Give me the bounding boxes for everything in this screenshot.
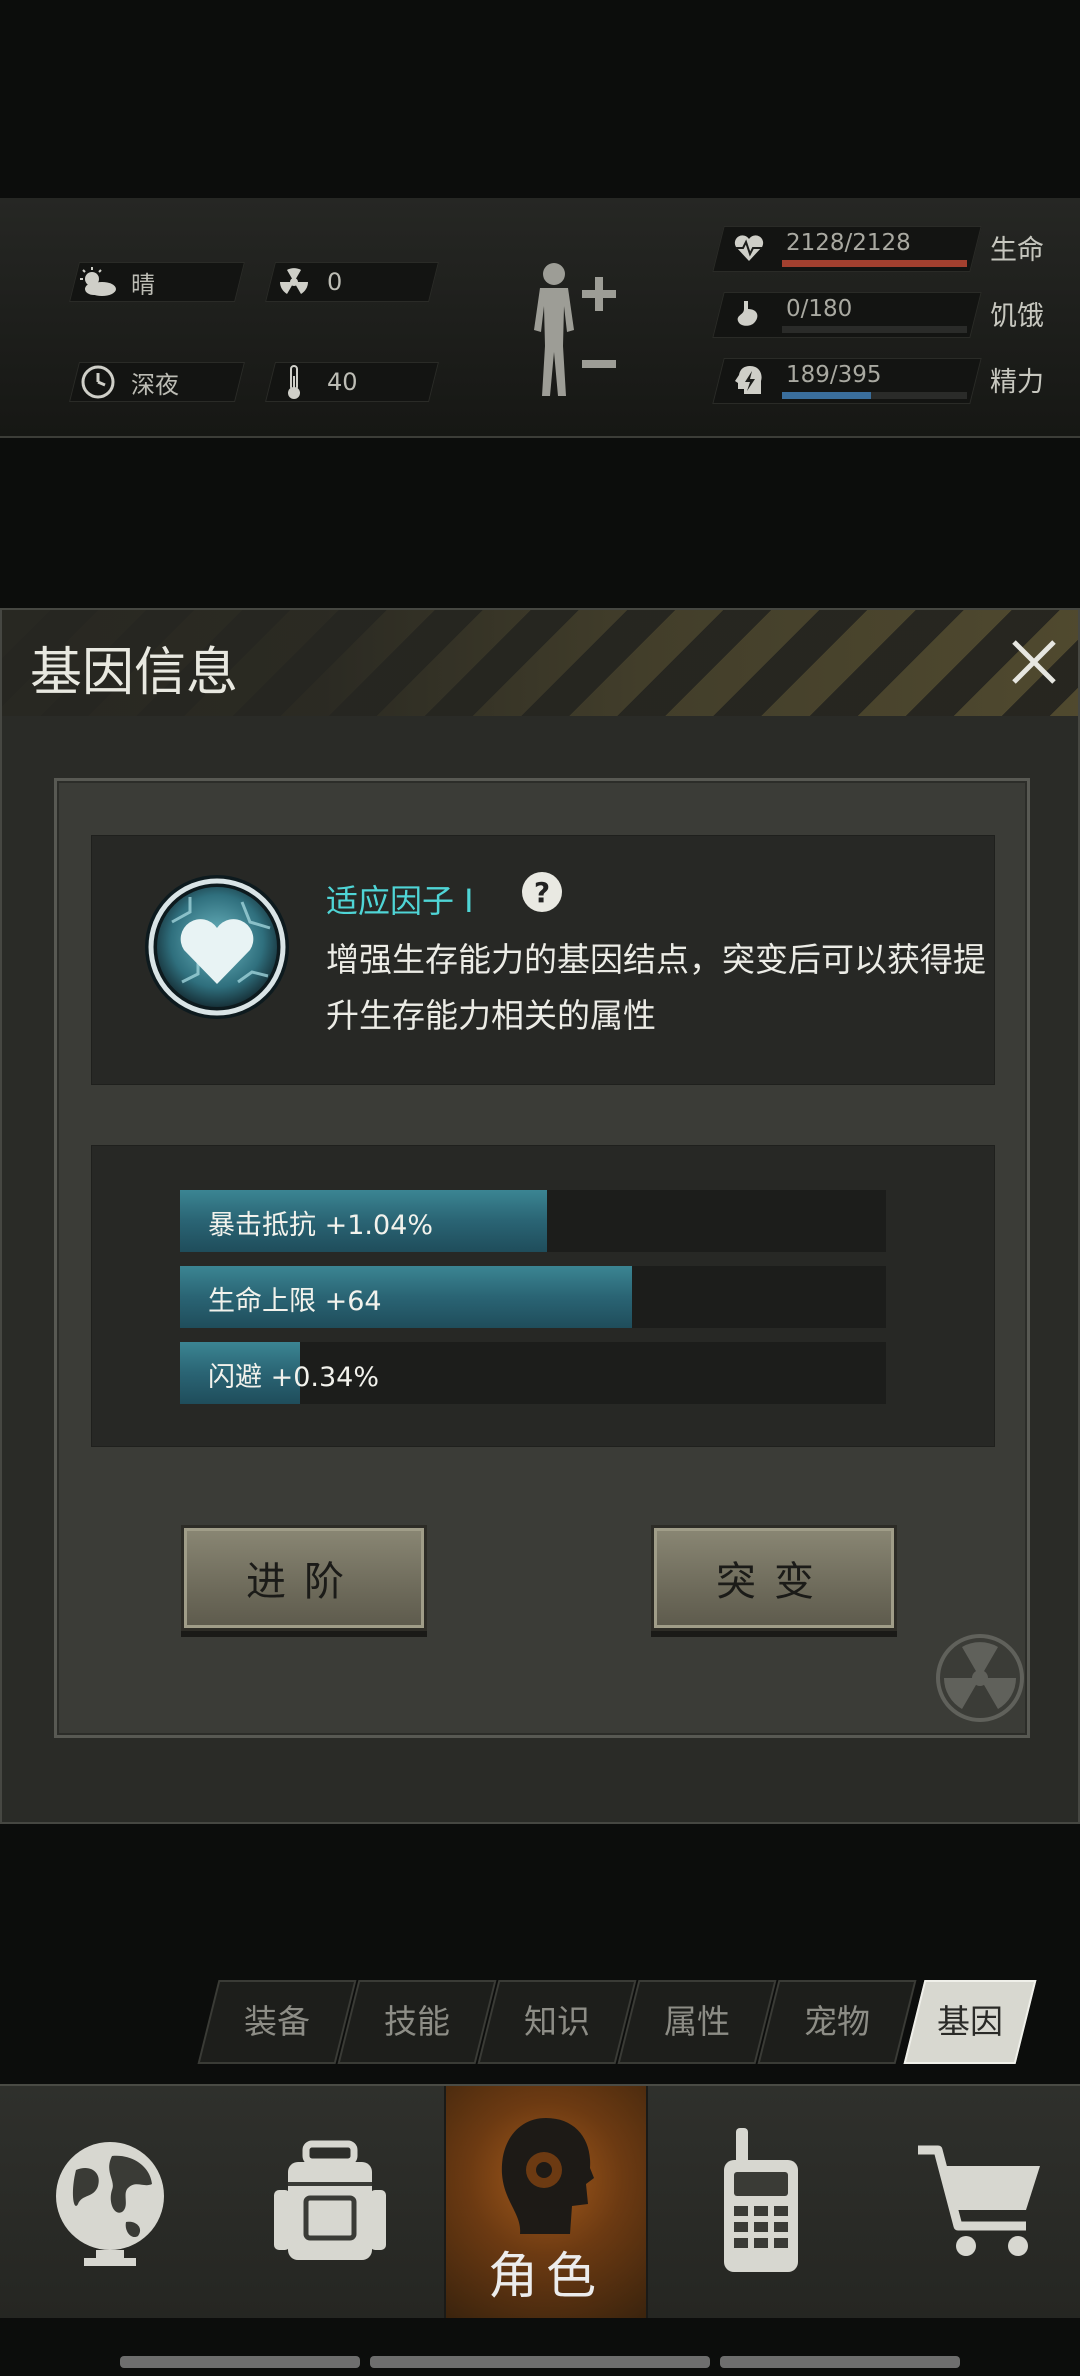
- temperature-value: 40: [327, 368, 358, 396]
- radiation-watermark-icon: [935, 1633, 1025, 1723]
- stat-row: 闪避 +0.34%: [180, 1342, 886, 1404]
- tab-equipment[interactable]: 装备: [197, 1980, 357, 2064]
- status-bar: 晴 0 深夜 40 2128/2128 生命 0/180 饥饿 189/395 …: [0, 198, 1080, 438]
- tab-genes[interactable]: 基因: [903, 1980, 1037, 2064]
- vital-energy: 189/395 精力: [712, 358, 1070, 404]
- home-indicator: [0, 2356, 1080, 2368]
- body-figure-icon: [534, 263, 616, 396]
- health-bar: [782, 260, 967, 267]
- backpack-icon: [274, 2140, 386, 2260]
- walkie-talkie-icon: [724, 2128, 798, 2272]
- heart-pulse-icon: [734, 235, 764, 261]
- radiation-slot: 0: [265, 262, 439, 302]
- gene-name: 适应因子 I: [326, 882, 474, 920]
- mutate-button[interactable]: 突变: [651, 1525, 897, 1631]
- energy-label: 精力: [990, 367, 1044, 398]
- vital-hunger: 0/180 饥饿: [712, 292, 1070, 338]
- gene-info-card: 适应因子 I ? 增强生存能力的基因结点，突变后可以获得提升生存能力相关的属性: [91, 835, 995, 1085]
- temperature-slot: 40: [265, 362, 439, 402]
- nav-character[interactable]: 角色: [444, 2086, 648, 2318]
- character-sub-tabs: 装备 技能 知识 属性 宠物 基因: [196, 1980, 1056, 2064]
- stat-label: 生命上限 +64: [208, 1286, 382, 1317]
- tab-attributes[interactable]: 属性: [617, 1980, 777, 2064]
- body-status-button[interactable]: [520, 256, 630, 406]
- energy-bar: [782, 392, 967, 399]
- character-head-icon: [501, 2118, 594, 2234]
- tab-skills[interactable]: 技能: [337, 1980, 497, 2064]
- close-button[interactable]: [1006, 634, 1062, 690]
- radiation-icon: [271, 263, 317, 301]
- tab-pets[interactable]: 宠物: [757, 1980, 917, 2064]
- dialog-title: 基因信息: [30, 643, 239, 703]
- close-icon: [1012, 640, 1056, 684]
- stat-row: 生命上限 +64: [180, 1266, 886, 1328]
- energy-head-icon: [735, 366, 762, 394]
- health-value: 2128/2128: [786, 230, 911, 256]
- energy-value: 189/395: [786, 362, 882, 388]
- vital-health: 2128/2128 生命: [712, 226, 1070, 272]
- gene-stats-card: 暴击抵抗 +1.04% 生命上限 +64 闪避 +0.34%: [91, 1145, 995, 1447]
- gene-info-dialog: 基因信息 适应因子 I ? 增强生存能力的基因结点，突变后可以获得提升生存能力相…: [0, 608, 1080, 1824]
- nav-map[interactable]: [0, 2086, 216, 2318]
- hunger-value: 0/180: [786, 296, 853, 322]
- hunger-bar: [782, 326, 967, 333]
- stat-row: 暴击抵抗 +1.04%: [180, 1190, 886, 1252]
- sun-cloud-icon: [75, 263, 121, 301]
- weather-slot: 晴: [69, 262, 245, 302]
- radiation-value: 0: [327, 268, 343, 296]
- weather-label: 晴: [131, 270, 155, 299]
- clock-icon: [75, 363, 121, 401]
- dialog-content-panel: 适应因子 I ? 增强生存能力的基因结点，突变后可以获得提升生存能力相关的属性 …: [54, 778, 1030, 1738]
- nav-shop[interactable]: [864, 2086, 1080, 2318]
- thermometer-icon: [271, 363, 317, 401]
- hunger-label: 饥饿: [990, 301, 1044, 332]
- stomach-icon: [737, 301, 758, 326]
- tab-knowledge[interactable]: 知识: [477, 1980, 637, 2064]
- health-label: 生命: [990, 235, 1044, 266]
- gene-heart-icon: [142, 872, 292, 1022]
- gene-description: 增强生存能力的基因结点，突变后可以获得提升生存能力相关的属性: [326, 940, 986, 1035]
- nav-character-label: 角色: [488, 2247, 604, 2305]
- globe-icon: [56, 2142, 164, 2266]
- bottom-navigation: 角色: [0, 2084, 1080, 2318]
- stat-label: 暴击抵抗 +1.04%: [208, 1210, 433, 1241]
- advance-button[interactable]: 进阶: [181, 1525, 427, 1631]
- shopping-cart-icon: [918, 2145, 1040, 2256]
- time-slot: 深夜: [69, 362, 245, 402]
- help-icon[interactable]: ?: [522, 872, 562, 912]
- stat-label: 闪避 +0.34%: [208, 1362, 379, 1393]
- time-of-day-label: 深夜: [131, 370, 179, 399]
- nav-radio[interactable]: [650, 2086, 866, 2318]
- nav-backpack[interactable]: [222, 2086, 438, 2318]
